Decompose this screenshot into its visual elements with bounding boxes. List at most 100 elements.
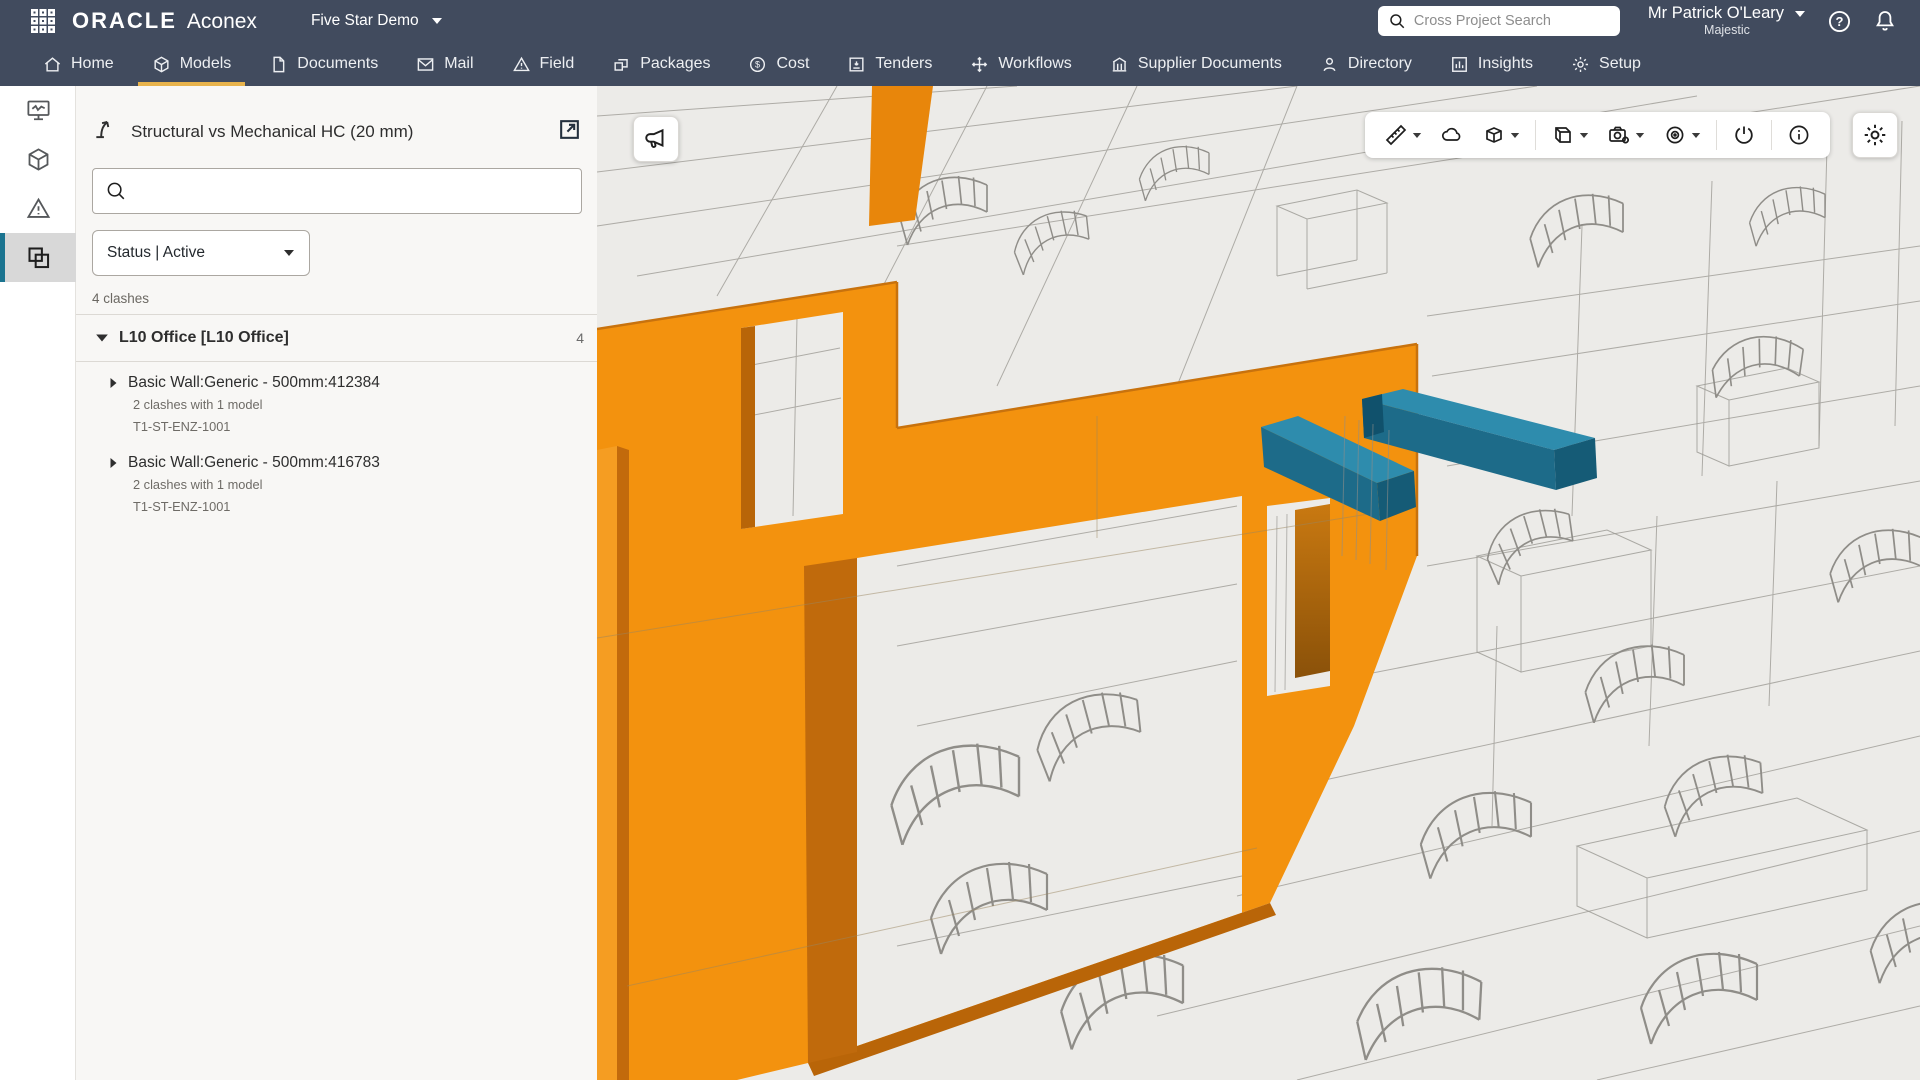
clash-item-row[interactable]: Basic Wall:Generic - 500mm:412384 2 clas… [76, 362, 597, 442]
search-icon [1388, 12, 1406, 30]
nav-label: Field [540, 55, 575, 73]
notifications-button[interactable] [1872, 8, 1898, 34]
document-icon [269, 55, 288, 74]
section-box-icon [1482, 123, 1506, 147]
markup-cloud-button[interactable] [1431, 112, 1473, 158]
nav-packages[interactable]: Packages [593, 42, 729, 86]
chevron-down-icon [1412, 132, 1422, 139]
clash-count-label: 4 clashes [92, 291, 581, 306]
views-button[interactable] [1542, 112, 1598, 158]
brand-logo: ORACLE Aconex [72, 8, 257, 34]
snapshot-button[interactable] [1598, 112, 1654, 158]
help-icon: ? [1827, 9, 1852, 34]
panel-header: Structural vs Mechanical HC (20 mm) [92, 116, 582, 147]
megaphone-icon [643, 126, 669, 152]
clash-group-row[interactable]: L10 Office [L10 Office] 4 [76, 315, 597, 361]
focus-button[interactable] [1654, 112, 1710, 158]
nav-mail[interactable]: Mail [397, 42, 492, 86]
chevron-down-icon [1691, 132, 1701, 139]
info-button[interactable] [1778, 112, 1820, 158]
measure-tool-button[interactable] [1375, 112, 1431, 158]
nav-label: Documents [297, 55, 378, 73]
clash-panel: Structural vs Mechanical HC (20 mm) Stat… [76, 86, 597, 1080]
toolbar-divider [1535, 120, 1536, 150]
cross-project-search [1378, 6, 1620, 36]
up-to-parent-button[interactable] [92, 116, 118, 147]
bell-icon [1873, 9, 1897, 33]
status-filter-dropdown[interactable]: Status | Active [92, 230, 310, 276]
workflows-icon [970, 55, 989, 74]
clash-group-count: 4 [576, 330, 584, 346]
nav-field[interactable]: Field [493, 42, 594, 86]
home-icon [43, 55, 62, 74]
clash-item-title: Basic Wall:Generic - 500mm:412384 [128, 374, 380, 392]
nav-tenders[interactable]: Tenders [828, 42, 951, 86]
open-in-new-button[interactable] [557, 117, 582, 147]
viewer-settings-button[interactable] [1852, 112, 1898, 158]
topbar-row1: ORACLE Aconex Five Star Demo Mr Patrick … [0, 0, 1920, 42]
left-rail [0, 86, 76, 1080]
cube-icon [152, 55, 171, 74]
nav-label: Setup [1599, 55, 1641, 73]
person-icon [1320, 55, 1339, 74]
nav-workflows[interactable]: Workflows [951, 42, 1091, 86]
model-3d-viewport[interactable] [597, 86, 1920, 1080]
nav-documents[interactable]: Documents [250, 42, 397, 86]
rail-clash-detection-button[interactable] [0, 233, 76, 282]
chevron-down-icon [1794, 10, 1806, 18]
search-input[interactable] [1414, 13, 1610, 29]
nav-label: Mail [444, 55, 473, 73]
mail-icon [416, 55, 435, 74]
nav-directory[interactable]: Directory [1301, 42, 1431, 86]
model-scene [597, 86, 1920, 1080]
nav-models[interactable]: Models [133, 42, 251, 86]
clash-search-input[interactable] [137, 183, 569, 200]
clash-group-label: L10 Office [L10 Office] [119, 329, 576, 347]
nav-label: Cost [776, 55, 809, 73]
nav-supplier-documents[interactable]: Supplier Documents [1091, 42, 1301, 86]
clash-test-title: Structural vs Mechanical HC (20 mm) [131, 122, 544, 142]
reset-view-button[interactable] [1723, 112, 1765, 158]
section-tool-button[interactable] [1473, 112, 1529, 158]
clash-item-model-ref: T1-ST-ENZ-1001 [133, 498, 583, 516]
project-selector[interactable]: Five Star Demo [311, 12, 443, 30]
toolbar-divider [1771, 120, 1772, 150]
clash-item-summary: 2 clashes with 1 model [133, 476, 583, 494]
nav-insights[interactable]: Insights [1431, 42, 1552, 86]
chevron-down-icon [283, 249, 295, 257]
user-menu[interactable]: Mr Patrick O'Leary Majestic [1648, 4, 1806, 37]
user-name: Mr Patrick O'Leary [1648, 4, 1784, 23]
clash-item-row[interactable]: Basic Wall:Generic - 500mm:416783 2 clas… [76, 442, 597, 522]
topbar: ORACLE Aconex Five Star Demo Mr Patrick … [0, 0, 1920, 86]
user-org: Majestic [1704, 23, 1750, 37]
rail-viewer-button[interactable] [0, 86, 76, 135]
app-launcher-waffle-icon[interactable] [30, 8, 56, 34]
oracle-wordmark: ORACLE [72, 8, 177, 34]
nav-cost[interactable]: $ Cost [729, 42, 828, 86]
tenders-icon [847, 55, 866, 74]
focus-target-icon [1663, 123, 1687, 147]
chevron-down-icon [95, 333, 109, 343]
rail-models-button[interactable] [0, 135, 76, 184]
view-box-icon [1551, 123, 1575, 147]
toolbar-divider [1716, 120, 1717, 150]
announcement-button[interactable] [633, 116, 679, 162]
monitor-icon [25, 97, 52, 124]
chevron-right-icon [109, 457, 118, 469]
viewer-toolbar [1365, 112, 1830, 158]
nav-setup[interactable]: Setup [1552, 42, 1660, 86]
chevron-down-icon [1510, 132, 1520, 139]
clash-item-summary: 2 clashes with 1 model [133, 396, 583, 414]
nav-label: Home [71, 55, 114, 73]
bar-chart-icon [1450, 55, 1469, 74]
help-button[interactable]: ? [1826, 8, 1852, 34]
camera-settings-icon [1607, 123, 1631, 147]
packages-icon [612, 55, 631, 74]
reset-power-icon [1732, 123, 1756, 147]
rail-issues-button[interactable] [0, 184, 76, 233]
chevron-down-icon [431, 17, 443, 25]
nav-home[interactable]: Home [24, 42, 133, 86]
info-icon [1787, 123, 1811, 147]
chevron-down-icon [1579, 132, 1589, 139]
warning-triangle-icon [512, 55, 531, 74]
